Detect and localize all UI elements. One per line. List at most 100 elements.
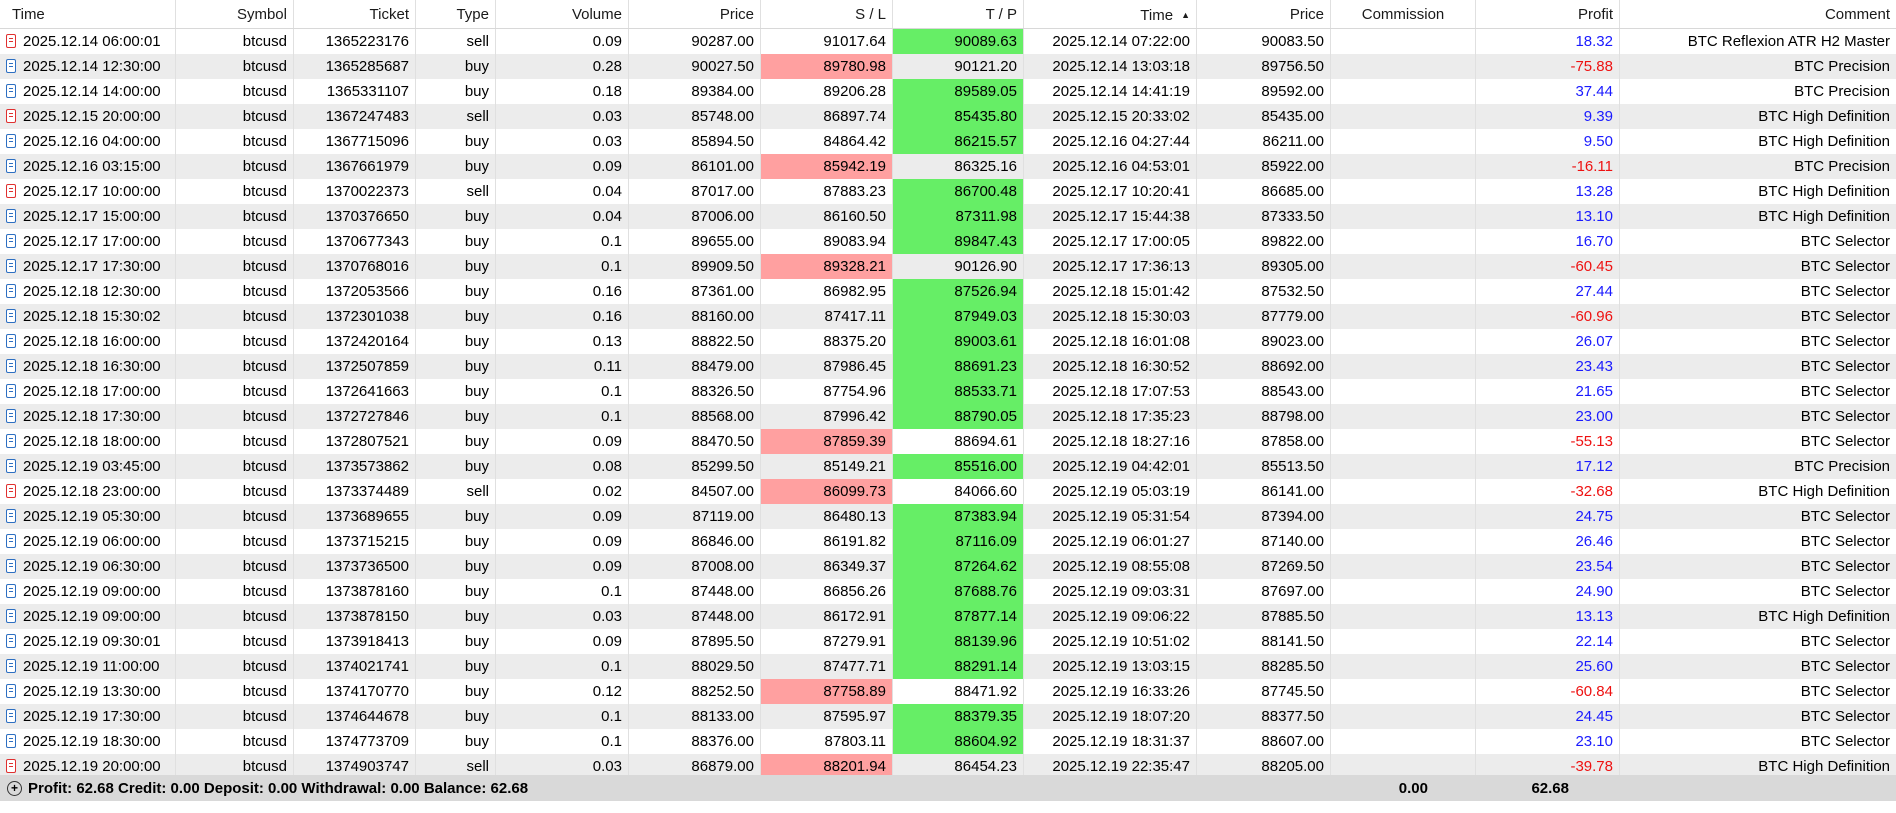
table-row[interactable]: 2025.12.18 12:30:00 btcusd 1372053566 buy 0.… xyxy=(0,279,1896,304)
cell-text: 90027.50 xyxy=(691,58,754,75)
table-row[interactable]: 2025.12.18 16:30:00 btcusd 1372507859 buy 0.… xyxy=(0,354,1896,379)
cell-text: btcusd xyxy=(242,583,287,600)
cell-text: btcusd xyxy=(242,158,287,175)
buy-deal-icon xyxy=(6,334,16,348)
col-header-close-time[interactable]: Time ▲ xyxy=(1024,0,1197,28)
cell-comment: BTC Selector xyxy=(1620,279,1896,304)
col-header-volume[interactable]: Volume xyxy=(496,0,629,28)
col-header-tp[interactable]: T / P xyxy=(893,0,1024,28)
col-header-sl[interactable]: S / L xyxy=(761,0,893,28)
cell-text: 88376.00 xyxy=(691,733,754,750)
table-row[interactable]: 2025.12.18 23:00:00 btcusd 1373374489 sell 0… xyxy=(0,479,1896,504)
cell-symbol: btcusd xyxy=(176,104,294,129)
col-header-price[interactable]: Price xyxy=(629,0,761,28)
table-row[interactable]: 2025.12.19 03:45:00 btcusd 1373573862 buy 0.… xyxy=(0,454,1896,479)
table-row[interactable]: 2025.12.18 18:00:00 btcusd 1372807521 buy 0.… xyxy=(0,429,1896,454)
table-row[interactable]: 2025.12.19 09:00:00 btcusd 1373878150 buy 0.… xyxy=(0,604,1896,629)
table-row[interactable]: 2025.12.19 11:00:00 btcusd 1374021741 buy 0.… xyxy=(0,654,1896,679)
cell-text: 2025.12.17 10:20:41 xyxy=(1052,183,1190,200)
cell-text: 2025.12.18 17:35:23 xyxy=(1052,408,1190,425)
cell-commission xyxy=(1331,504,1476,529)
cell-text: 2025.12.18 16:30:00 xyxy=(23,358,161,375)
cell-open-time: 2025.12.19 06:00:00 xyxy=(0,529,176,554)
cell-commission xyxy=(1331,404,1476,429)
col-header-commission[interactable]: Commission xyxy=(1331,0,1476,28)
table-row[interactable]: 2025.12.14 12:30:00 btcusd 1365285687 buy 0.… xyxy=(0,54,1896,79)
col-header-comment[interactable]: Comment xyxy=(1620,0,1896,28)
cell-text: 24.75 xyxy=(1575,508,1613,525)
cell-text: 23.10 xyxy=(1575,733,1613,750)
cell-text: 23.00 xyxy=(1575,408,1613,425)
cell-text: 85513.50 xyxy=(1261,458,1324,475)
cell-text: 0.09 xyxy=(592,508,622,525)
cell-text: btcusd xyxy=(242,483,287,500)
cell-text: buy xyxy=(464,533,489,550)
col-header-symbol[interactable]: Symbol xyxy=(176,0,294,28)
table-row[interactable]: 2025.12.19 13:30:00 btcusd 1374170770 buy 0.… xyxy=(0,679,1896,704)
cell-take-profit: 85516.00 xyxy=(893,454,1024,479)
table-row[interactable]: 2025.12.17 10:00:00 btcusd 1370022373 sell 0… xyxy=(0,179,1896,204)
cell-ticket: 1367247483 xyxy=(294,104,416,129)
table-row[interactable]: 2025.12.18 17:30:00 btcusd 1372727846 buy 0.… xyxy=(0,404,1896,429)
cell-comment: BTC Selector xyxy=(1620,629,1896,654)
cell-text: 87448.00 xyxy=(691,608,754,625)
table-row[interactable]: 2025.12.16 03:15:00 btcusd 1367661979 buy 0.… xyxy=(0,154,1896,179)
cell-text: 27.44 xyxy=(1575,283,1613,300)
cell-text: BTC Selector xyxy=(1800,708,1890,725)
table-row[interactable]: 2025.12.14 14:00:00 btcusd 1365331107 buy 0.… xyxy=(0,79,1896,104)
table-row[interactable]: 2025.12.17 15:00:00 btcusd 1370376650 buy 0.… xyxy=(0,204,1896,229)
cell-ticket: 1367661979 xyxy=(294,154,416,179)
cell-text: 0.1 xyxy=(601,708,622,725)
cell-open-time: 2025.12.18 18:00:00 xyxy=(0,429,176,454)
cell-text: 2025.12.17 10:00:00 xyxy=(23,183,161,200)
table-row[interactable]: 2025.12.18 17:00:00 btcusd 1372641663 buy 0.… xyxy=(0,379,1896,404)
cell-text: 2025.12.14 14:00:00 xyxy=(23,83,161,100)
cell-profit: 24.45 xyxy=(1476,704,1620,729)
cell-text: 1367247483 xyxy=(325,108,409,125)
cell-close-time: 2025.12.19 18:07:20 xyxy=(1024,704,1197,729)
table-row[interactable]: 2025.12.19 06:00:00 btcusd 1373715215 buy 0.… xyxy=(0,529,1896,554)
table-row[interactable]: 2025.12.14 06:00:01 btcusd 1365223176 sell 0… xyxy=(0,29,1896,54)
table-row[interactable]: 2025.12.19 06:30:00 btcusd 1373736500 buy 0.… xyxy=(0,554,1896,579)
cell-text: 86879.00 xyxy=(691,758,754,775)
table-row[interactable]: 2025.12.19 18:30:00 btcusd 1374773709 buy 0.… xyxy=(0,729,1896,754)
cell-close-price: 87394.00 xyxy=(1197,504,1331,529)
cell-text: 89384.00 xyxy=(691,83,754,100)
cell-type: sell xyxy=(416,479,496,504)
cell-text: 1374021741 xyxy=(325,658,409,675)
cell-text: 89655.00 xyxy=(691,233,754,250)
cell-type: buy xyxy=(416,554,496,579)
expand-plus-icon[interactable]: + xyxy=(7,780,22,796)
table-row[interactable]: 2025.12.19 05:30:00 btcusd 1373689655 buy 0.… xyxy=(0,504,1896,529)
table-row[interactable]: 2025.12.17 17:30:00 btcusd 1370768016 buy 0.… xyxy=(0,254,1896,279)
cell-profit: 27.44 xyxy=(1476,279,1620,304)
cell-close-price: 87858.00 xyxy=(1197,429,1331,454)
table-row[interactable]: 2025.12.19 17:30:00 btcusd 1374644678 buy 0.… xyxy=(0,704,1896,729)
cell-text: 23.43 xyxy=(1575,358,1613,375)
cell-volume: 0.13 xyxy=(496,329,629,354)
table-row[interactable]: 2025.12.15 20:00:00 btcusd 1367247483 sell 0… xyxy=(0,104,1896,129)
cell-close-time: 2025.12.17 10:20:41 xyxy=(1024,179,1197,204)
table-row[interactable]: 2025.12.19 09:30:01 btcusd 1373918413 buy 0.… xyxy=(0,629,1896,654)
cell-text: 87383.94 xyxy=(954,508,1017,525)
table-row[interactable]: 2025.12.18 16:00:00 btcusd 1372420164 buy 0.… xyxy=(0,329,1896,354)
cell-symbol: btcusd xyxy=(176,379,294,404)
cell-symbol: btcusd xyxy=(176,329,294,354)
table-row[interactable]: 2025.12.18 15:30:02 btcusd 1372301038 buy 0.… xyxy=(0,304,1896,329)
col-header-close-price[interactable]: Price xyxy=(1197,0,1331,28)
table-row[interactable]: 2025.12.17 17:00:00 btcusd 1370677343 buy 0.… xyxy=(0,229,1896,254)
cell-text: 2025.12.19 09:03:31 xyxy=(1052,583,1190,600)
col-header-time[interactable]: Time xyxy=(0,0,176,28)
cell-comment: BTC Precision xyxy=(1620,54,1896,79)
col-header-profit[interactable]: Profit xyxy=(1476,0,1620,28)
table-row[interactable]: 2025.12.19 09:00:00 btcusd 1373878160 buy 0.… xyxy=(0,579,1896,604)
cell-volume: 0.1 xyxy=(496,254,629,279)
cell-text: 90083.50 xyxy=(1261,33,1324,50)
cell-volume: 0.1 xyxy=(496,404,629,429)
table-row[interactable]: 2025.12.16 04:00:00 btcusd 1367715096 buy 0.… xyxy=(0,129,1896,154)
cell-text: 24.90 xyxy=(1575,583,1613,600)
col-header-type[interactable]: Type xyxy=(416,0,496,28)
col-header-ticket[interactable]: Ticket xyxy=(294,0,416,28)
cell-text: 87361.00 xyxy=(691,283,754,300)
cell-stop-loss: 87477.71 xyxy=(761,654,893,679)
